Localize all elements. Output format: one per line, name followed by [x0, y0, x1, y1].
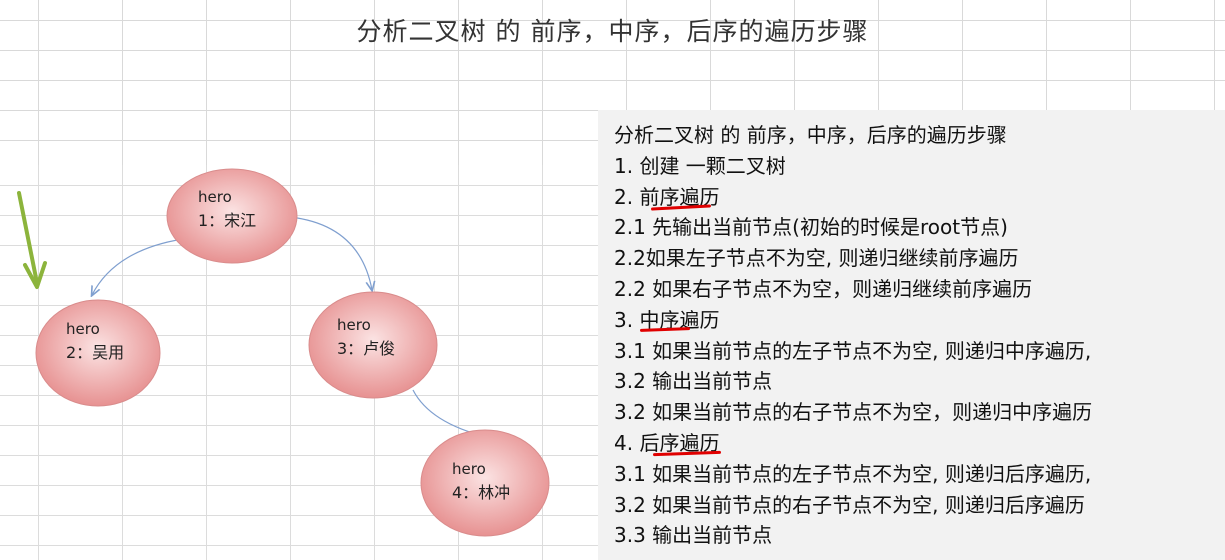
step-line-inorder: 3. 中序遍历 [614, 307, 720, 332]
tree-node-2: hero 2：吴用 [35, 299, 161, 407]
green-down-arrow-icon [17, 191, 47, 289]
node-label: 4：林冲 [452, 483, 510, 502]
node-name: hero [198, 188, 232, 206]
edge-3-4 [412, 389, 487, 437]
step-line: 3.2 如果当前节点的右子节点不为空, 则递归后序遍历 [614, 492, 1085, 517]
step-line: 2.2 如果右子节点不为空，则递归继续前序遍历 [614, 276, 1033, 301]
step-line: 3.1 如果当前节点的左子节点不为空, 则递归中序遍历, [614, 338, 1092, 363]
tree-canvas: hero 1：宋江 hero 2：吴用 hero 3：卢俊 hero 4：林冲 [17, 168, 550, 537]
page-title: 分析二叉树 的 前序，中序，后序的遍历步骤 [356, 17, 869, 46]
node-label: 3：卢俊 [337, 339, 395, 358]
step-line: 3.2 输出当前节点 [614, 369, 773, 394]
node-name: hero [337, 316, 371, 334]
steps-heading: 分析二叉树 的 前序，中序，后序的遍历步骤 [614, 123, 1007, 147]
edge-1-2 [92, 238, 184, 295]
tree-node-1: hero 1：宋江 [166, 168, 298, 264]
tree-diagram: hero 1：宋江 hero 2：吴用 hero 3：卢俊 hero 4：林冲 [0, 165, 598, 560]
tree-node-3: hero 3：卢俊 [308, 291, 438, 399]
node-label: 2：吴用 [66, 343, 124, 362]
steps-panel: 分析二叉树 的 前序，中序，后序的遍历步骤 1. 创建 一颗二叉树 2. 前序遍… [598, 110, 1225, 560]
step-line: 3.1 如果当前节点的左子节点不为空, 则递归后序遍历, [614, 461, 1092, 486]
step-line: 3.3 输出当前节点 [614, 523, 773, 548]
node-label: 1：宋江 [198, 211, 256, 230]
node-name: hero [452, 460, 486, 478]
step-line: 2.2如果左子节点不为空, 则递归继续前序遍历 [614, 246, 1019, 271]
step-line: 1. 创建 一颗二叉树 [614, 153, 786, 178]
edge-1-3 [289, 216, 372, 290]
tree-node-4: hero 4：林冲 [420, 429, 550, 537]
steps-list: 分析二叉树 的 前序，中序，后序的遍历步骤 1. 创建 一颗二叉树 2. 前序遍… [614, 120, 1092, 551]
step-line: 3.2 如果当前节点的右子节点不为空，则递归中序遍历 [614, 400, 1093, 425]
node-name: hero [66, 320, 100, 338]
step-line: 2.1 先输出当前节点(初始的时候是root节点) [614, 215, 1008, 240]
